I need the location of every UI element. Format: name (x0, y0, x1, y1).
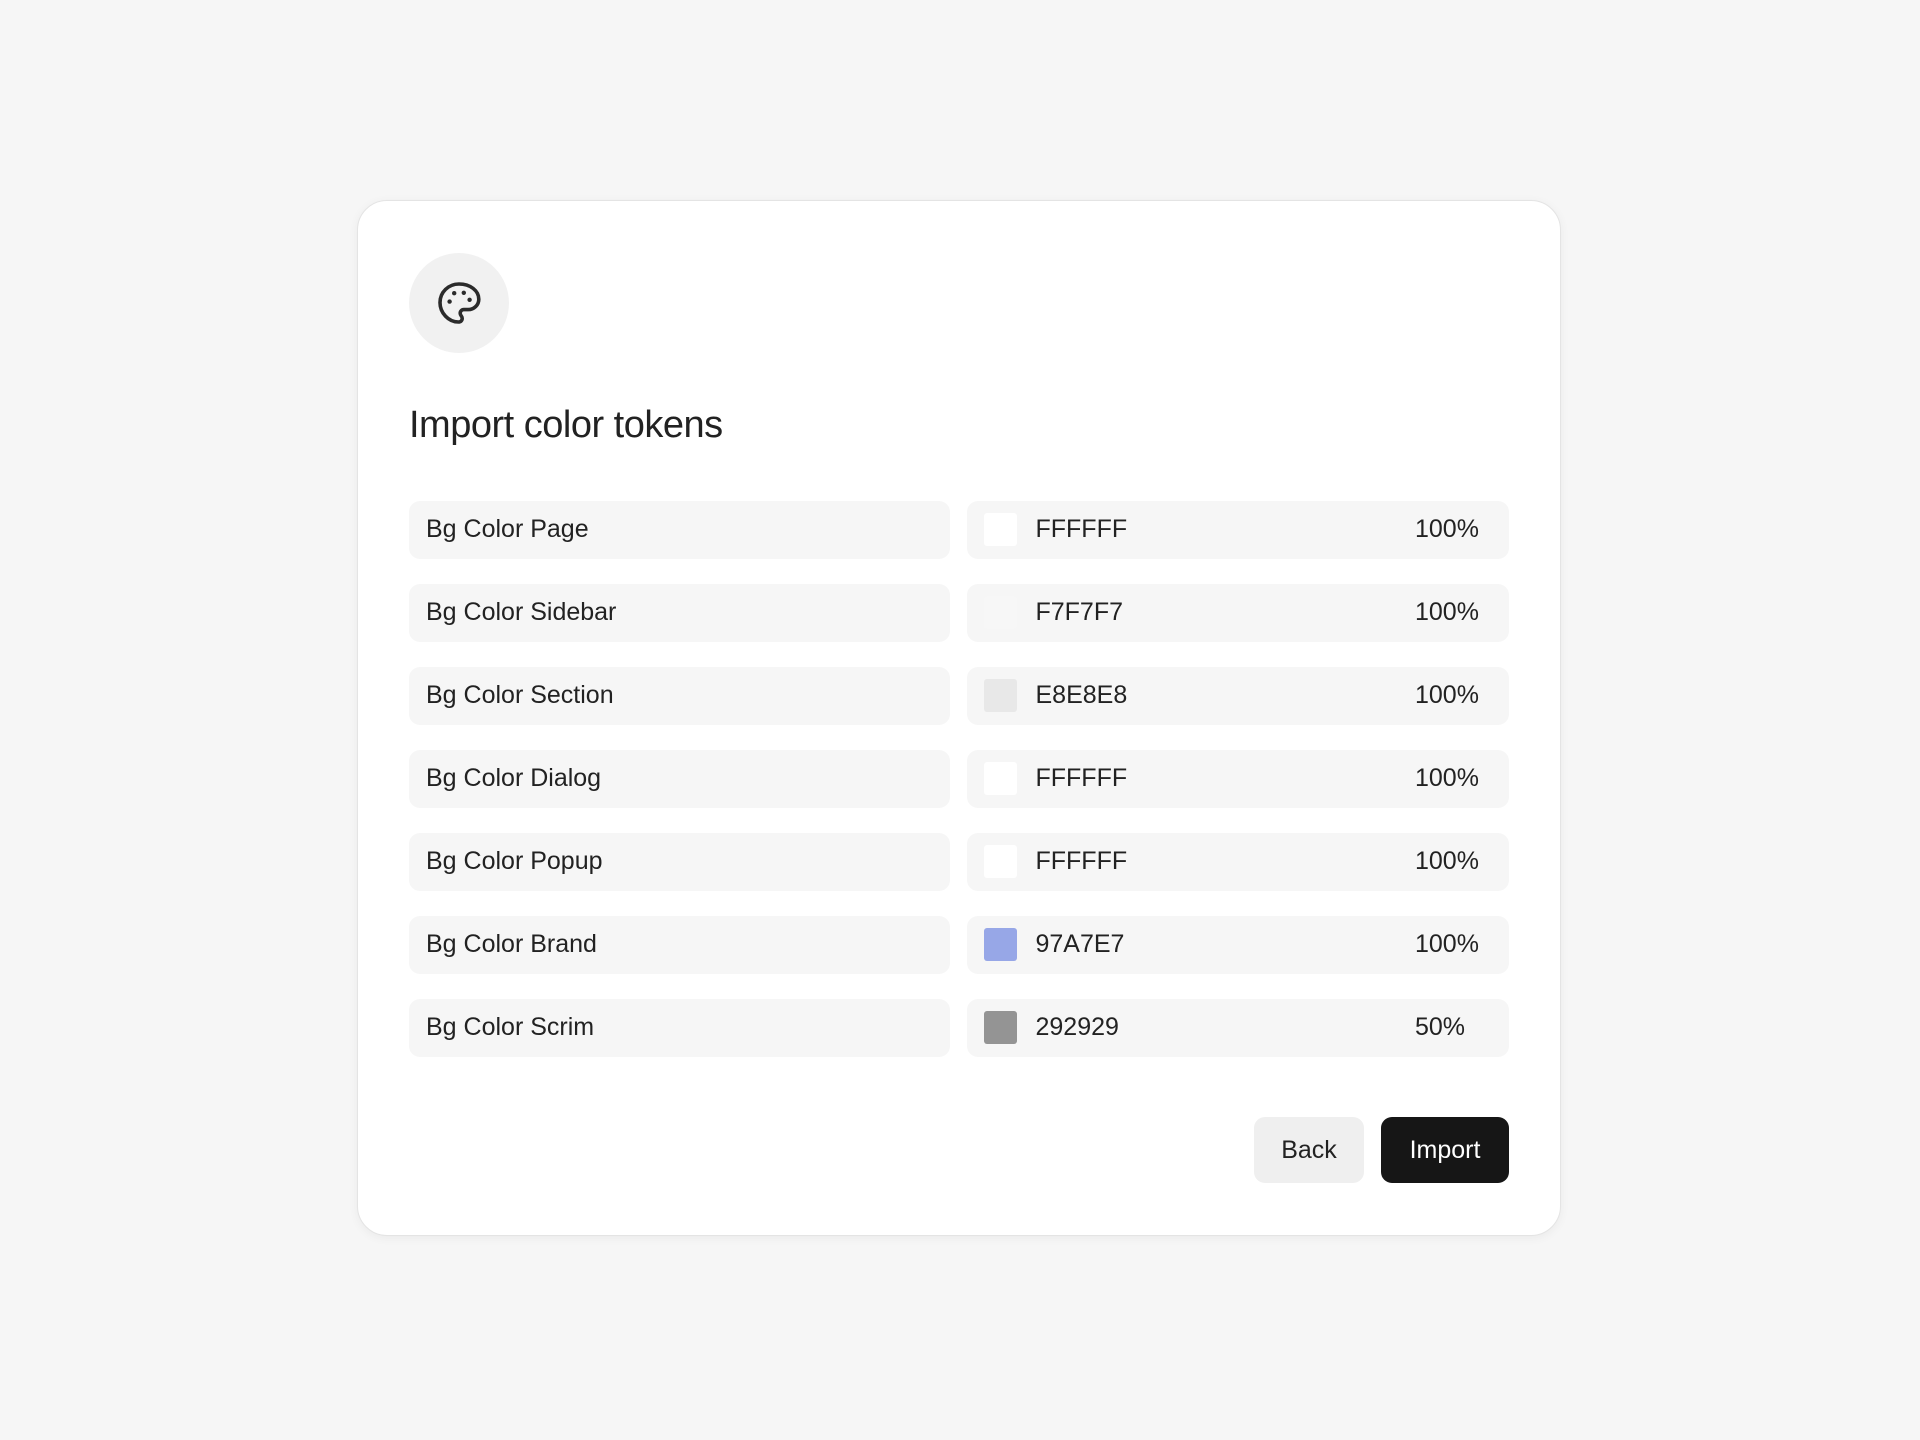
hex-value: FFFFFF (1035, 515, 1128, 544)
token-value-field[interactable]: 292929 50% (967, 998, 1509, 1057)
token-value-field[interactable]: 97A7E7 100% (967, 915, 1509, 974)
color-swatch[interactable] (984, 679, 1018, 713)
token-name-field[interactable]: Bg Color Brand (409, 915, 951, 974)
token-name-field[interactable]: Bg Color Scrim (409, 998, 951, 1057)
opacity-value: 100% (1415, 515, 1479, 544)
opacity-value: 100% (1415, 930, 1479, 959)
import-button[interactable]: Import (1381, 1117, 1509, 1183)
dialog-actions: Back Import (1254, 1117, 1509, 1183)
hex-value: E8E8E8 (1035, 681, 1128, 710)
token-list: Bg Color Page FFFFFF 100% Bg Color Sideb… (409, 500, 1509, 1057)
token-row: Bg Color Section E8E8E8 100% (409, 666, 1509, 725)
token-row: Bg Color Dialog FFFFFF 100% (409, 749, 1509, 808)
palette-icon-badge (409, 253, 509, 353)
token-name-field[interactable]: Bg Color Dialog (409, 749, 951, 808)
token-name-field[interactable]: Bg Color Page (409, 500, 951, 559)
dialog-title: Import color tokens (409, 404, 723, 446)
opacity-value: 50% (1415, 1013, 1466, 1042)
color-swatch[interactable] (984, 513, 1018, 547)
token-value-field[interactable]: F7F7F7 100% (967, 583, 1509, 642)
back-button[interactable]: Back (1254, 1117, 1364, 1183)
hex-value: 97A7E7 (1035, 930, 1125, 959)
token-row: Bg Color Brand 97A7E7 100% (409, 915, 1509, 974)
token-name-field[interactable]: Bg Color Popup (409, 832, 951, 891)
import-color-tokens-dialog: Import color tokens Bg Color Page FFFFFF… (357, 200, 1561, 1236)
token-row: Bg Color Page FFFFFF 100% (409, 500, 1509, 559)
hex-value: F7F7F7 (1035, 598, 1124, 627)
opacity-value: 100% (1415, 764, 1479, 793)
color-swatch[interactable] (984, 596, 1018, 630)
token-name-field[interactable]: Bg Color Section (409, 666, 951, 725)
token-value-field[interactable]: E8E8E8 100% (967, 666, 1509, 725)
token-name-field[interactable]: Bg Color Sidebar (409, 583, 951, 642)
token-row: Bg Color Popup FFFFFF 100% (409, 832, 1509, 891)
color-swatch[interactable] (984, 928, 1018, 962)
hex-value: FFFFFF (1035, 764, 1128, 793)
color-swatch[interactable] (984, 845, 1018, 879)
color-swatch[interactable] (984, 1011, 1018, 1045)
opacity-value: 100% (1415, 598, 1479, 627)
token-value-field[interactable]: FFFFFF 100% (967, 749, 1509, 808)
token-row: Bg Color Scrim 292929 50% (409, 998, 1509, 1057)
opacity-value: 100% (1415, 847, 1479, 876)
palette-icon (438, 282, 481, 324)
hex-value: FFFFFF (1035, 847, 1128, 876)
opacity-value: 100% (1415, 681, 1479, 710)
hex-value: 292929 (1035, 1013, 1119, 1042)
color-swatch[interactable] (984, 762, 1018, 796)
token-row: Bg Color Sidebar F7F7F7 100% (409, 583, 1509, 642)
token-value-field[interactable]: FFFFFF 100% (967, 832, 1509, 891)
token-value-field[interactable]: FFFFFF 100% (967, 500, 1509, 559)
